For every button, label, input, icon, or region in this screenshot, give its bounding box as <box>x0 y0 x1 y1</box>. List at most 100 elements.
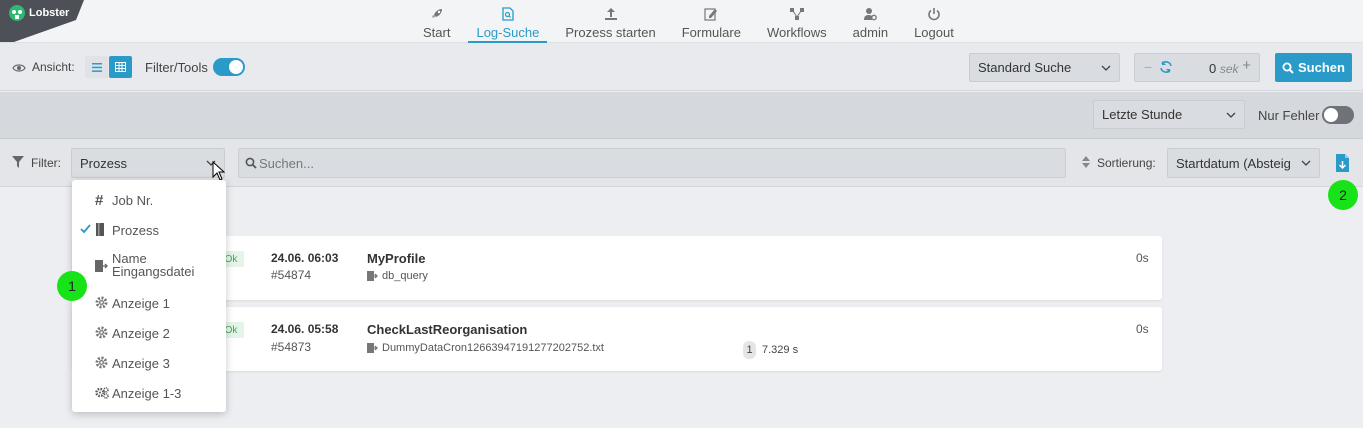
annotation-marker-1: 1 <box>57 271 87 301</box>
chevron-down-icon <box>1301 160 1311 166</box>
funnel-icon <box>12 156 24 171</box>
refresh-decrease-button[interactable]: − <box>1144 59 1152 75</box>
nav-item-prozess-starten[interactable]: Prozess starten <box>552 0 668 43</box>
job-date: 24.06. 05:58 <box>271 322 339 336</box>
job-date: 24.06. 06:03 <box>271 251 339 265</box>
job-name: CheckLastReorganisation <box>367 322 528 337</box>
filter-field-dropdown: # Job Nr. Prozess Name Eingangsdatei Anz… <box>72 180 226 412</box>
search-mode-select[interactable]: Standard Suche <box>969 53 1120 82</box>
only-errors-label: Nur Fehler <box>1258 108 1320 123</box>
nav-label: Log-Suche <box>476 25 540 40</box>
only-errors-toggle[interactable] <box>1322 106 1354 124</box>
eye-icon <box>12 61 26 76</box>
search-input[interactable]: Suchen... <box>238 148 1066 178</box>
dropdown-item-label: Anzeige 3 <box>112 356 170 371</box>
workflow-icon <box>789 4 805 24</box>
nav-label: Workflows <box>766 25 827 40</box>
job-duration: 0s <box>1136 251 1149 265</box>
process-icon <box>95 223 105 239</box>
job-number: #54873 <box>271 340 312 354</box>
nav-item-logout[interactable]: Logout <box>901 0 967 43</box>
search-icon <box>245 157 257 169</box>
job-card[interactable] <box>72 307 1162 371</box>
nav-item-admin[interactable]: admin <box>840 0 901 43</box>
grid-view-button[interactable] <box>109 56 132 78</box>
hash-icon: # <box>95 192 104 209</box>
dropdown-item-name-eingangsdatei[interactable]: Name Eingangsdatei <box>72 251 226 283</box>
auto-refresh-control: − 0 sek + <box>1134 53 1260 82</box>
dropdown-item-anzeige-1[interactable]: Anzeige 1 <box>72 295 226 313</box>
dropdown-item-label: Anzeige 2 <box>112 326 170 341</box>
job-card[interactable] <box>72 236 1162 300</box>
toggle-knob <box>1324 108 1338 122</box>
job-subtitle-text: db_query <box>382 270 428 282</box>
upload-icon <box>604 4 618 24</box>
dropdown-item-label: Anzeige 1 <box>112 296 170 311</box>
job-number: #54874 <box>271 268 312 282</box>
logo-text: Lobster <box>29 7 70 19</box>
sort-icon <box>1082 156 1090 171</box>
toggle-knob <box>229 60 243 74</box>
list-icon <box>91 62 102 72</box>
gears-icon <box>95 386 109 402</box>
nav-item-log-suche[interactable]: Log-Suche <box>463 0 552 43</box>
filter-tools-label: Filter/Tools <box>145 60 208 75</box>
search-button-label: Suchen <box>1298 60 1345 75</box>
refresh-unit: sek <box>1219 62 1239 76</box>
dropdown-item-label: Name Eingangsdatei <box>112 251 195 279</box>
time-range-select[interactable]: Letzte Stunde <box>1093 100 1245 129</box>
top-navigation: Lobster Start Log-Suche Prozess starten … <box>0 0 1363 43</box>
download-icon[interactable] <box>1335 153 1350 176</box>
refresh-interval: 0 sek <box>1209 61 1239 76</box>
logo[interactable]: Lobster <box>0 0 84 42</box>
main-nav: Start Log-Suche Prozess starten Formular… <box>410 0 967 43</box>
nav-label: admin <box>852 25 889 40</box>
dropdown-item-anzeige-2[interactable]: Anzeige 2 <box>72 325 226 343</box>
annotation-marker-2: 2 <box>1328 180 1358 210</box>
gear-icon <box>95 356 108 372</box>
dropdown-item-job-nr[interactable]: # Job Nr. <box>72 192 226 210</box>
gear-icon <box>95 326 108 342</box>
nav-label: Logout <box>914 25 954 40</box>
job-subtitle-text: DummyDataCron12663947191277202752.txt <box>382 342 604 354</box>
gear-icon <box>95 296 108 312</box>
dropdown-item-label: Anzeige 1-3 <box>112 386 182 401</box>
dropdown-item-label: Job Nr. <box>112 193 154 208</box>
nav-label: Formulare <box>681 25 741 40</box>
list-view-button[interactable] <box>85 56 108 78</box>
power-icon <box>927 4 941 24</box>
search-placeholder: Suchen... <box>259 155 314 171</box>
view-label: Ansicht: <box>32 60 75 74</box>
refresh-increase-button[interactable]: + <box>1242 57 1251 74</box>
nav-label: Prozess starten <box>565 25 656 40</box>
nav-item-start[interactable]: Start <box>410 0 463 43</box>
sort-value: Startdatum (Absteig <box>1176 155 1291 171</box>
dropdown-item-prozess[interactable]: Prozess <box>72 222 226 240</box>
nav-item-workflows[interactable]: Workflows <box>754 0 840 43</box>
refresh-icon[interactable] <box>1159 60 1173 77</box>
pencil-icon <box>704 4 718 24</box>
sort-select[interactable]: Startdatum (Absteig <box>1167 148 1320 178</box>
refresh-value: 0 <box>1209 61 1217 76</box>
dropdown-item-label: Prozess <box>112 223 159 238</box>
check-icon <box>80 222 91 237</box>
input-file-icon <box>95 260 108 276</box>
filter-field-select[interactable]: Prozess <box>71 148 225 178</box>
search-mode-value: Standard Suche <box>978 60 1072 75</box>
filter-tools-toggle[interactable] <box>213 58 245 76</box>
search-button[interactable]: Suchen <box>1275 53 1352 82</box>
input-file-icon <box>367 342 378 353</box>
job-duration: 0s <box>1136 322 1149 336</box>
filter-field-value: Prozess <box>80 155 127 171</box>
dropdown-item-anzeige-1-3[interactable]: Anzeige 1-3 <box>72 385 226 403</box>
chevron-down-icon <box>1226 112 1236 118</box>
warning-count-badge: 1 <box>743 341 756 359</box>
input-file-icon <box>367 270 378 281</box>
job-name: MyProfile <box>367 251 426 266</box>
search-icon <box>1282 62 1294 74</box>
sort-label: Sortierung: <box>1097 156 1156 170</box>
job-subtitle: db_query <box>367 270 428 282</box>
time-range-value: Letzte Stunde <box>1102 107 1183 122</box>
dropdown-item-anzeige-3[interactable]: Anzeige 3 <box>72 355 226 373</box>
nav-item-formulare[interactable]: Formulare <box>669 0 754 43</box>
